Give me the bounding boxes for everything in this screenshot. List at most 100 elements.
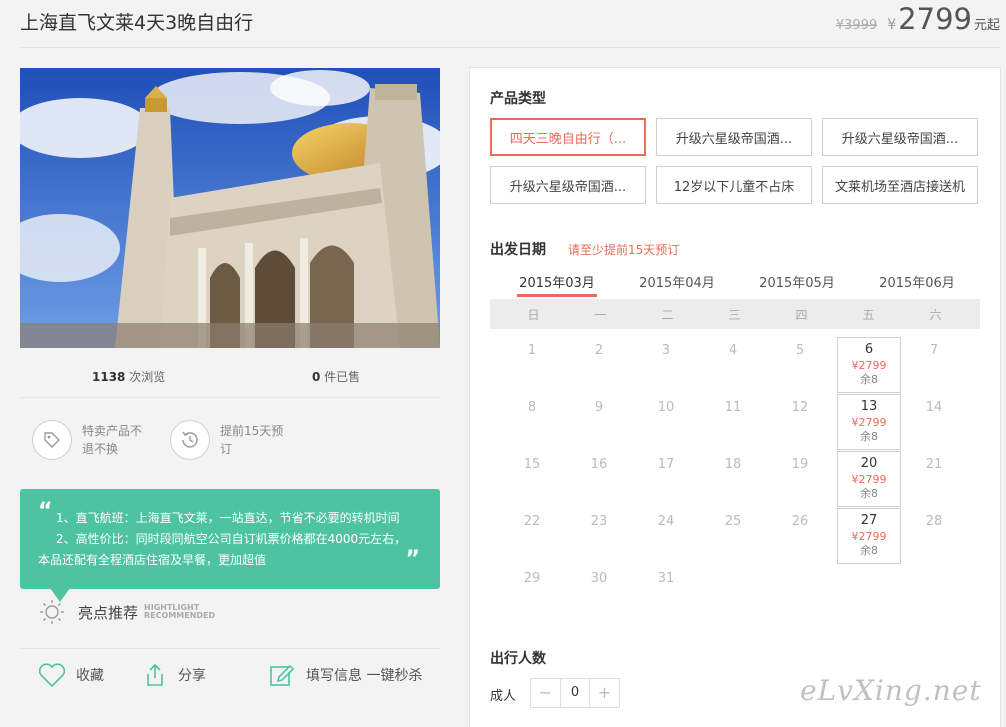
day-number: 4 xyxy=(728,343,738,358)
day-number: 17 xyxy=(657,457,675,472)
product-type-option[interactable]: 升级六星级帝国酒... xyxy=(656,118,812,156)
fill-info-button[interactable]: 填写信息 一键秒杀 xyxy=(268,662,422,688)
month-tab[interactable]: 2015年05月 xyxy=(757,272,837,291)
header-divider xyxy=(20,47,1000,48)
badge-no-refund: 特卖产品不退不换 xyxy=(32,420,148,460)
actions-divider xyxy=(20,648,440,649)
weekday-label: 二 xyxy=(661,308,674,322)
calendar-day: 12 xyxy=(768,394,832,450)
calendar-day: 18 xyxy=(701,451,765,507)
calendar-day: 22 xyxy=(500,508,564,564)
day-number: 22 xyxy=(523,514,541,529)
sold-stat: 0 件已售 xyxy=(312,368,360,385)
calendar-day: 17 xyxy=(634,451,698,507)
day-number: 28 xyxy=(925,514,943,529)
month-tab[interactable]: 2015年04月 xyxy=(637,272,717,291)
day-price: ¥2799 xyxy=(851,530,887,543)
calendar-day-available[interactable]: 6 ¥2799 余8 xyxy=(837,337,901,393)
favorite-button[interactable]: 收藏 xyxy=(38,662,104,688)
calendar-day: 5 xyxy=(768,337,832,393)
share-button[interactable]: 分享 xyxy=(142,662,206,688)
calendar-day: 23 xyxy=(567,508,631,564)
share-label: 分享 xyxy=(178,668,206,684)
views-count: 1138 xyxy=(92,370,126,384)
day-remaining: 余8 xyxy=(860,430,878,443)
calendar-day-available[interactable]: 20 ¥2799 余8 xyxy=(837,451,901,507)
product-type-option[interactable]: 升级六星级帝国酒... xyxy=(822,118,978,156)
day-number: 5 xyxy=(795,343,805,358)
site-watermark: eLvXing.net xyxy=(800,674,982,707)
product-type-option[interactable]: 四天三晚自由行（... xyxy=(490,118,646,156)
calendar-day: 28 xyxy=(902,508,966,564)
highlight-line: 2、高性价比：同时段同航空公司自订机票价格都在4000元左右， xyxy=(56,532,407,546)
day-number: 8 xyxy=(527,400,537,415)
adult-count-value[interactable]: 0 xyxy=(560,679,590,707)
active-month-indicator xyxy=(517,294,597,297)
product-type-option[interactable]: 升级六星级帝国酒... xyxy=(490,166,646,204)
highlight-lines: 1、直飞航班：上海直飞文莱，一站直达，节省不必要的转机时间 2、高性价比：同时段… xyxy=(38,508,407,571)
product-type-option[interactable]: 12岁以下儿童不占床 xyxy=(656,166,812,204)
original-price: ¥3999 xyxy=(835,18,878,33)
month-tab[interactable]: 2015年06月 xyxy=(877,272,957,291)
day-number: 18 xyxy=(724,457,742,472)
day-number: 15 xyxy=(523,457,541,472)
calendar-day: 25 xyxy=(701,508,765,564)
month-tab[interactable]: 2015年03月 xyxy=(517,272,597,291)
weekday-header: 日 一 二 三 四 五 六 xyxy=(490,299,980,329)
calendar-day: 16 xyxy=(567,451,631,507)
calendar-day: 24 xyxy=(634,508,698,564)
day-number: 1 xyxy=(527,343,537,358)
current-price: 2799 xyxy=(898,2,972,36)
highlight-box: “ 1、直飞航班：上海直飞文莱，一站直达，节省不必要的转机时间 2、高性价比：同… xyxy=(20,489,440,589)
weekday-label: 一 xyxy=(594,308,607,322)
calendar-day: 15 xyxy=(500,451,564,507)
badge-advance-booking: 提前15天预订 xyxy=(170,420,286,460)
weekday-label: 三 xyxy=(728,308,741,322)
sun-icon xyxy=(40,600,64,624)
calendar-day-available[interactable]: 13 ¥2799 余8 xyxy=(837,394,901,450)
day-number: 20 xyxy=(860,456,878,471)
highlight-line: 1、直飞航班：上海直飞文莱，一站直达，节省不必要的转机时间 xyxy=(56,511,400,525)
day-number: 24 xyxy=(657,514,675,529)
decrement-button[interactable]: − xyxy=(531,679,560,707)
adult-count-stepper: − 0 + xyxy=(530,678,620,708)
currency-symbol: ¥ xyxy=(887,17,897,33)
product-stats: 1138 次浏览 0 件已售 xyxy=(20,360,440,398)
day-number: 27 xyxy=(860,513,878,528)
day-number: 29 xyxy=(523,571,541,586)
day-price: ¥2799 xyxy=(851,473,887,486)
travelers-title: 出行人数 xyxy=(490,651,546,667)
calendar-day: 21 xyxy=(902,451,966,507)
day-remaining: 余8 xyxy=(860,487,878,500)
increment-button[interactable]: + xyxy=(590,679,619,707)
quote-close: ” xyxy=(405,547,420,572)
day-number: 12 xyxy=(791,400,809,415)
product-type-option[interactable]: 文莱机场至酒店接送机 xyxy=(822,166,978,204)
fill-info-label: 填写信息 一键秒杀 xyxy=(306,668,423,684)
departure-date-title: 出发日期 xyxy=(490,242,546,258)
booking-note: 请至少提前15天预订 xyxy=(568,243,680,257)
day-number: 23 xyxy=(590,514,608,529)
calendar-day: 4 xyxy=(701,337,765,393)
day-number: 3 xyxy=(661,343,671,358)
day-number: 21 xyxy=(925,457,943,472)
calendar-day-available[interactable]: 27 ¥2799 余8 xyxy=(837,508,901,564)
day-number: 19 xyxy=(791,457,809,472)
day-number: 30 xyxy=(590,571,608,586)
calendar-day: 19 xyxy=(768,451,832,507)
day-number: 11 xyxy=(724,400,742,415)
clock-history-icon xyxy=(170,420,210,460)
calendar-day: 10 xyxy=(634,394,698,450)
day-number: 25 xyxy=(724,514,742,529)
tag-icon xyxy=(32,420,72,460)
weekday-label: 五 xyxy=(862,308,875,322)
booking-panel: 产品类型 四天三晚自由行（... 升级六星级帝国酒... 升级六星级帝国酒...… xyxy=(469,67,1001,727)
calendar-day: 1 xyxy=(500,337,564,393)
views-stat: 1138 次浏览 xyxy=(92,368,165,385)
calendar-day: 8 xyxy=(500,394,564,450)
calendar-day: 3 xyxy=(634,337,698,393)
heart-icon xyxy=(38,663,66,688)
calendar-day: 30 xyxy=(567,565,631,621)
day-number: 7 xyxy=(929,343,939,358)
highlight-en-2: RECOMMENDED xyxy=(144,611,216,620)
